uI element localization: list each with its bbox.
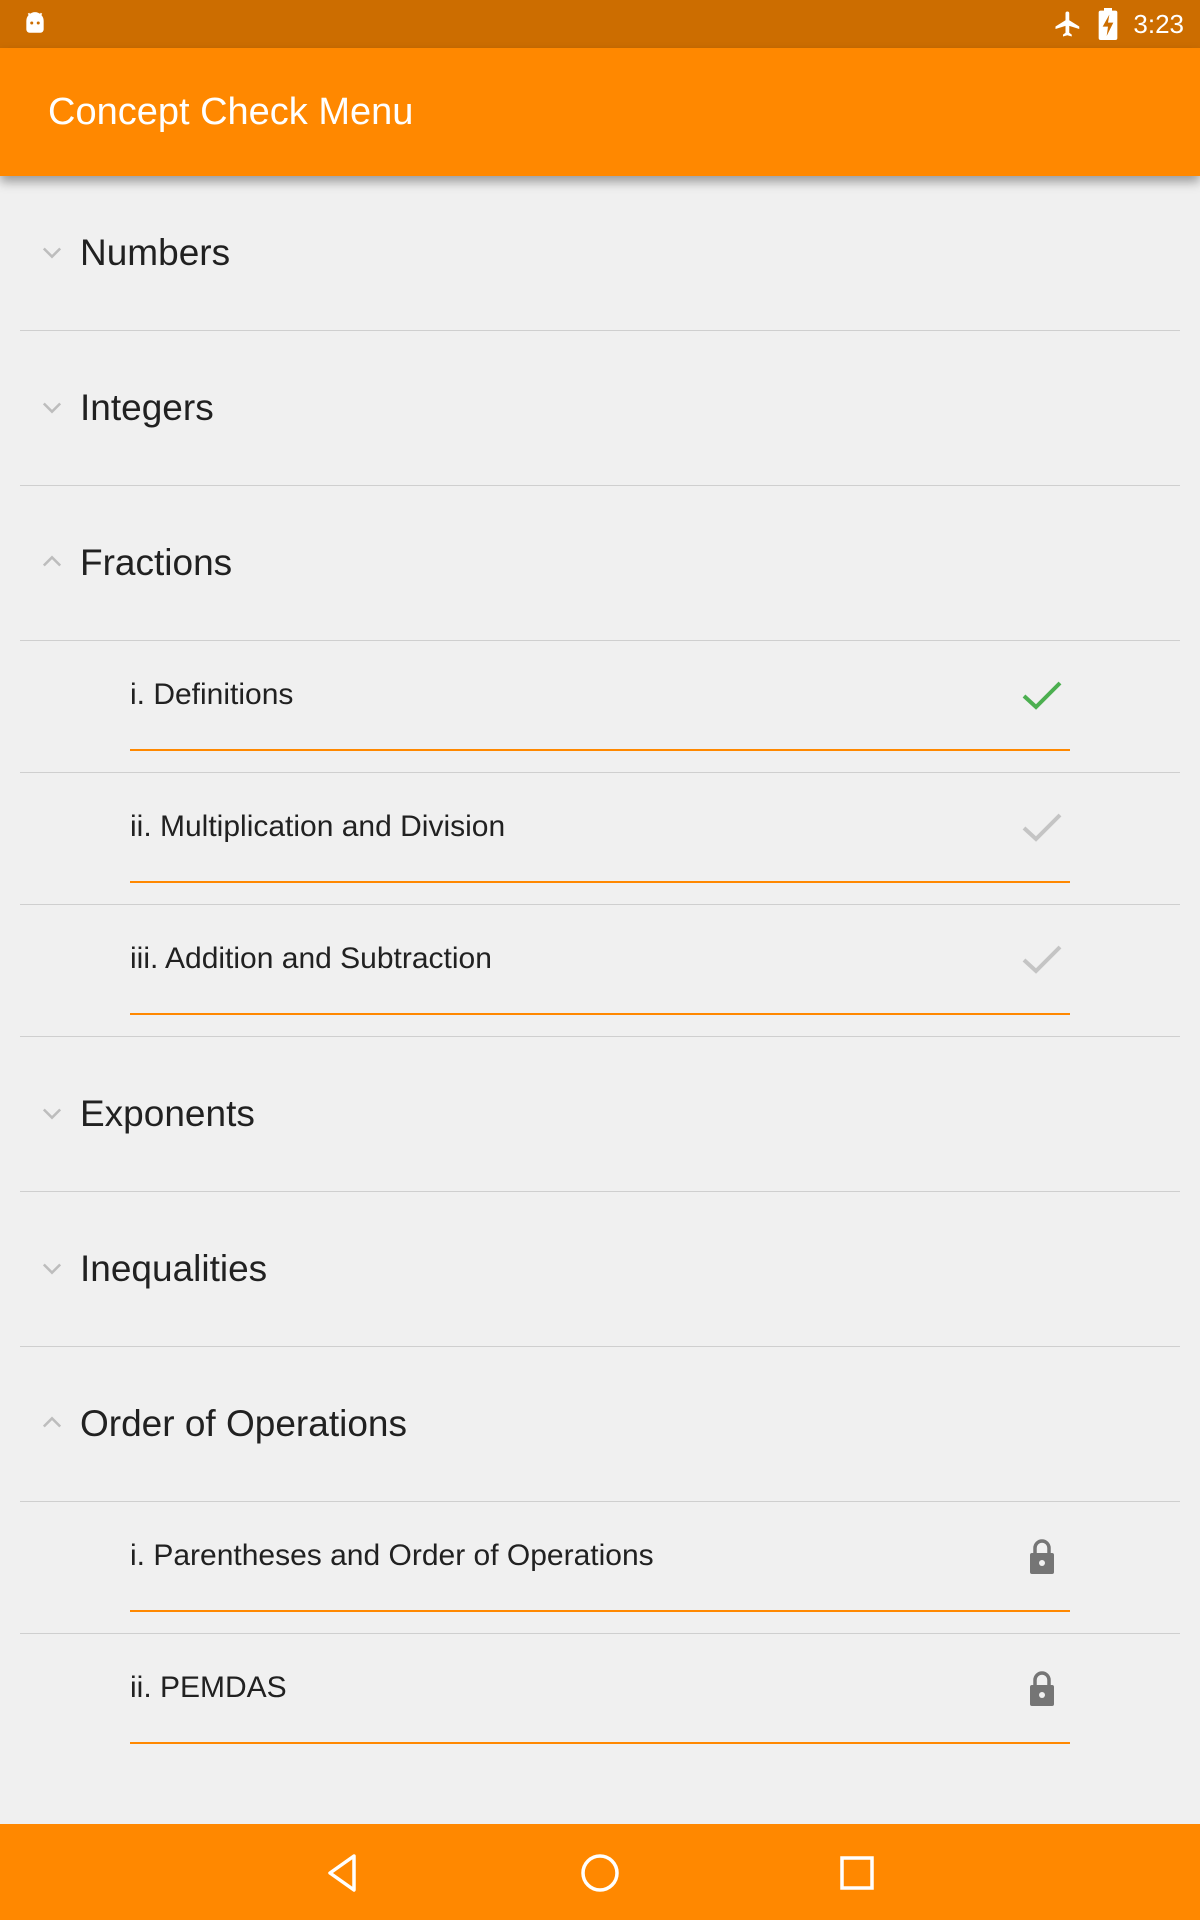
group-label: Exponents bbox=[80, 1093, 255, 1134]
android-icon bbox=[26, 12, 44, 33]
child-item-addition-subtraction[interactable]: iii. Addition and Subtraction bbox=[20, 905, 1180, 1037]
status-bar: 3:23 bbox=[0, 0, 1200, 48]
concept-list: Numbers Integers Fractions i. Definition… bbox=[0, 176, 1200, 1824]
airplane-mode-icon bbox=[1055, 11, 1080, 37]
group-header-exponents[interactable]: Exponents bbox=[20, 1037, 1180, 1192]
navigation-bar bbox=[0, 1824, 1200, 1920]
check-icon bbox=[1022, 945, 1062, 974]
item-underline bbox=[130, 1610, 1070, 1612]
item-underline bbox=[130, 881, 1070, 883]
recents-icon[interactable] bbox=[832, 1848, 882, 1898]
chevron-down-icon bbox=[42, 1263, 62, 1275]
child-label: i. Definitions bbox=[130, 678, 294, 711]
chevron-down-icon bbox=[42, 247, 62, 259]
child-label: i. Parentheses and Order of Operations bbox=[130, 1539, 654, 1572]
item-underline bbox=[130, 1013, 1070, 1015]
group-header-inequalities[interactable]: Inequalities bbox=[20, 1192, 1180, 1347]
child-item-pemdas[interactable]: ii. PEMDAS bbox=[20, 1634, 1180, 1765]
chevron-up-icon bbox=[42, 555, 62, 567]
child-label: ii. Multiplication and Division bbox=[130, 810, 506, 843]
chevron-down-icon bbox=[42, 402, 62, 414]
back-icon[interactable] bbox=[318, 1848, 368, 1898]
group-label: Fractions bbox=[80, 542, 233, 583]
group-label: Order of Operations bbox=[80, 1403, 407, 1444]
group-label: Numbers bbox=[80, 232, 231, 273]
child-label: ii. PEMDAS bbox=[130, 1671, 287, 1704]
group-label: Integers bbox=[80, 387, 214, 428]
group-label: Inequalities bbox=[80, 1248, 268, 1289]
child-item-multiplication-division[interactable]: ii. Multiplication and Division bbox=[20, 773, 1180, 905]
group-header-numbers[interactable]: Numbers bbox=[20, 176, 1180, 331]
check-icon bbox=[1022, 681, 1062, 710]
group-header-integers[interactable]: Integers bbox=[20, 331, 1180, 486]
item-underline bbox=[130, 749, 1070, 751]
child-item-parentheses[interactable]: i. Parentheses and Order of Operations bbox=[20, 1502, 1180, 1634]
lock-icon bbox=[1030, 1671, 1054, 1706]
group-header-order-of-operations[interactable]: Order of Operations bbox=[20, 1347, 1180, 1502]
app-bar: Concept Check Menu bbox=[0, 48, 1200, 176]
chevron-up-icon bbox=[42, 1416, 62, 1428]
check-icon bbox=[1022, 813, 1062, 842]
item-underline bbox=[130, 1742, 1070, 1744]
child-item-definitions[interactable]: i. Definitions bbox=[20, 641, 1180, 773]
lock-icon bbox=[1030, 1539, 1054, 1574]
status-time: 3:23 bbox=[1133, 8, 1184, 39]
home-icon[interactable] bbox=[575, 1848, 625, 1898]
child-label: iii. Addition and Subtraction bbox=[130, 942, 492, 975]
group-header-fractions[interactable]: Fractions bbox=[20, 486, 1180, 641]
chevron-down-icon bbox=[42, 1108, 62, 1120]
page-title: Concept Check Menu bbox=[48, 91, 414, 133]
battery-charging-icon bbox=[1099, 8, 1118, 40]
